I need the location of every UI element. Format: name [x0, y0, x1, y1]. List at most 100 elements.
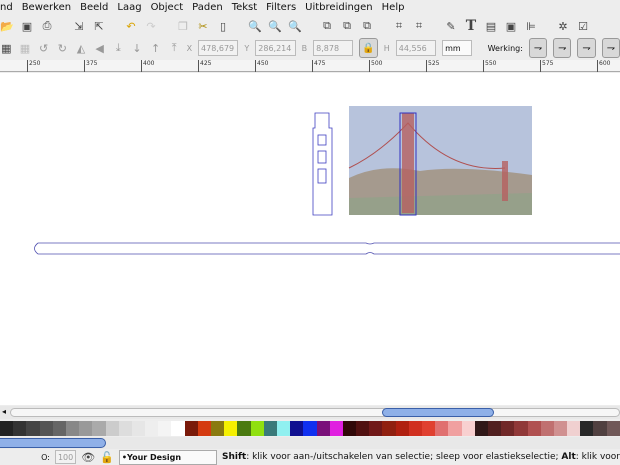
color-swatch[interactable]: [316, 421, 330, 436]
import-icon[interactable]: ⇲: [72, 19, 86, 33]
color-swatch[interactable]: [408, 421, 422, 436]
color-swatch[interactable]: [435, 421, 449, 436]
layers-icon[interactable]: ▤: [484, 19, 498, 33]
palette-scrollbar[interactable]: [0, 437, 620, 449]
color-swatch[interactable]: [474, 421, 488, 436]
paste-icon[interactable]: ▯: [216, 19, 230, 33]
align-icon[interactable]: ⊫: [524, 19, 538, 33]
color-swatch[interactable]: [527, 421, 541, 436]
scale-stroke-toggle[interactable]: ⇁: [528, 38, 548, 58]
raise-top-icon[interactable]: ⤒: [168, 41, 181, 55]
flip-horizontal-icon[interactable]: ◭: [75, 41, 88, 55]
layer-select[interactable]: •Your Design: [118, 449, 217, 465]
select-all-layers-icon[interactable]: ▦: [19, 41, 32, 55]
color-swatch[interactable]: [303, 421, 317, 436]
menu-file[interactable]: nd: [0, 2, 13, 13]
unit-select[interactable]: mm: [442, 40, 472, 56]
color-swatch[interactable]: [329, 421, 343, 436]
color-swatch[interactable]: [461, 421, 475, 436]
menu-view[interactable]: Beeld: [80, 2, 108, 13]
color-swatch[interactable]: [39, 421, 53, 436]
lower-bottom-icon[interactable]: ⤓: [112, 41, 125, 55]
color-swatch[interactable]: [92, 421, 106, 436]
color-swatch[interactable]: [118, 421, 132, 436]
color-swatch[interactable]: [250, 421, 264, 436]
color-swatch[interactable]: [211, 421, 225, 436]
color-swatch[interactable]: [501, 421, 515, 436]
lower-icon[interactable]: ↓: [131, 41, 144, 55]
transform-patterns-toggle[interactable]: ⇁: [601, 38, 620, 58]
save-icon[interactable]: ▣: [20, 19, 34, 33]
color-swatch[interactable]: [553, 421, 568, 436]
eye-icon[interactable]: 👁: [81, 450, 95, 464]
menu-path[interactable]: Paden: [192, 2, 223, 13]
select-all-icon[interactable]: ▦: [0, 41, 13, 55]
color-swatch[interactable]: [580, 421, 594, 436]
menu-filters[interactable]: Filters: [266, 2, 296, 13]
color-swatch[interactable]: [567, 421, 581, 436]
menu-help[interactable]: Help: [382, 2, 405, 13]
color-swatch[interactable]: [0, 421, 14, 436]
color-swatch[interactable]: [197, 421, 211, 436]
zoom-selection-icon[interactable]: 🔍: [248, 19, 262, 33]
color-swatch[interactable]: [514, 421, 528, 436]
color-swatch[interactable]: [606, 421, 620, 436]
raise-icon[interactable]: ↑: [149, 41, 162, 55]
color-swatch[interactable]: [395, 421, 409, 436]
color-swatch[interactable]: [356, 421, 370, 436]
transform-gradients-toggle[interactable]: ⇁: [577, 38, 596, 58]
color-swatch[interactable]: [276, 421, 291, 436]
color-swatch[interactable]: [79, 421, 93, 436]
color-swatch[interactable]: [369, 421, 383, 436]
color-swatch[interactable]: [145, 421, 159, 436]
preferences-icon[interactable]: ✲: [556, 19, 570, 33]
color-swatch[interactable]: [382, 421, 396, 436]
opacity-input[interactable]: 100: [54, 450, 77, 464]
horizontal-scrollbar[interactable]: ◂: [0, 406, 620, 419]
color-swatch[interactable]: [52, 421, 66, 436]
copy-icon[interactable]: ❐: [176, 19, 190, 33]
drawing-canvas[interactable]: [0, 73, 620, 405]
color-swatch[interactable]: [184, 421, 198, 436]
print-icon[interactable]: ⎙: [40, 19, 54, 33]
color-swatch[interactable]: [263, 421, 277, 436]
width-input[interactable]: 8,878: [313, 40, 354, 56]
menu-edit[interactable]: Bewerken: [22, 2, 71, 13]
lock-ratio-icon[interactable]: 🔒: [359, 38, 378, 58]
color-swatch[interactable]: [65, 421, 80, 436]
color-swatch[interactable]: [237, 421, 251, 436]
scale-corners-toggle[interactable]: ⇁: [553, 38, 572, 58]
duplicate-icon[interactable]: ⧉: [320, 19, 334, 33]
color-swatch[interactable]: [487, 421, 502, 436]
color-swatch[interactable]: [593, 421, 607, 436]
color-swatch[interactable]: [131, 421, 146, 436]
color-swatch[interactable]: [224, 421, 238, 436]
redo-icon[interactable]: ↷: [144, 19, 158, 33]
export-icon[interactable]: ⇱: [92, 19, 106, 33]
rotate-ccw-icon[interactable]: ↺: [37, 41, 50, 55]
xml-editor-icon[interactable]: ▣: [504, 19, 518, 33]
unlock-icon[interactable]: 🔓: [100, 450, 114, 464]
group-icon[interactable]: ⌗: [392, 19, 406, 33]
palette-scroll-thumb[interactable]: [0, 438, 106, 448]
zoom-drawing-icon[interactable]: 🔍: [268, 19, 282, 33]
ungroup-icon[interactable]: ⌗: [412, 19, 426, 33]
undo-icon[interactable]: ↶: [124, 19, 138, 33]
color-swatch[interactable]: [13, 421, 27, 436]
scroll-left-icon[interactable]: ◂: [2, 407, 6, 416]
color-swatch[interactable]: [342, 421, 357, 436]
clone-icon[interactable]: ⧉: [340, 19, 354, 33]
menu-extensions[interactable]: Uitbreidingen: [305, 2, 373, 13]
menu-object[interactable]: Object: [151, 2, 184, 13]
unlink-clone-icon[interactable]: ⧉: [360, 19, 374, 33]
color-swatch[interactable]: [422, 421, 436, 436]
color-swatch[interactable]: [290, 421, 304, 436]
color-swatch[interactable]: [158, 421, 172, 436]
menu-layer[interactable]: Laag: [117, 2, 141, 13]
open-icon[interactable]: 📂: [0, 19, 14, 33]
x-input[interactable]: 478,679: [198, 40, 239, 56]
color-swatch[interactable]: [448, 421, 462, 436]
cut-icon[interactable]: ✂: [196, 19, 210, 33]
height-input[interactable]: 44,556: [395, 40, 437, 56]
document-properties-icon[interactable]: ☑: [576, 19, 590, 33]
